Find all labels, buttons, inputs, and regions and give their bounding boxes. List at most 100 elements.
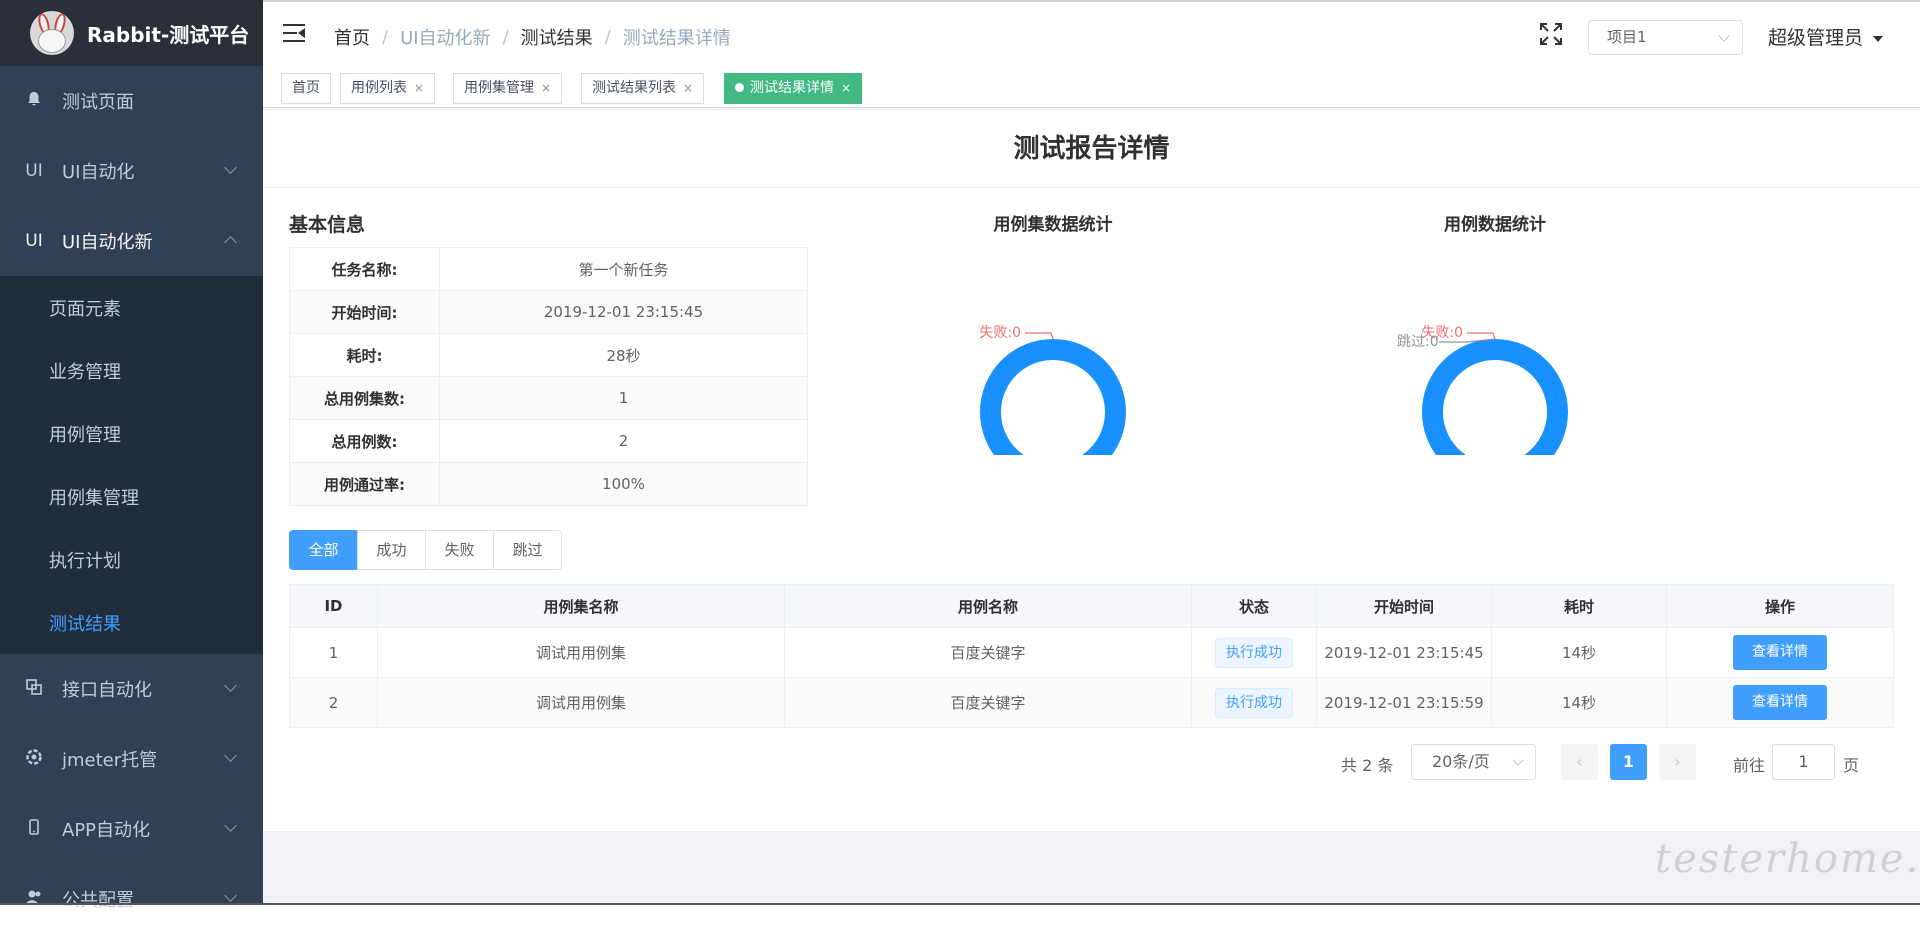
logo[interactable]: Rabbit-测试平台: [0, 0, 263, 66]
breadcrumb-separator: /: [382, 27, 388, 48]
breadcrumb-home[interactable]: 首页: [334, 24, 370, 50]
chevron-down-icon: [224, 161, 237, 174]
page-size-select[interactable]: 20条/页: [1411, 744, 1536, 780]
sidebar-subitem-cases[interactable]: 用例管理: [0, 402, 263, 465]
column-header: 开始时间: [1317, 585, 1492, 628]
table-cell-start: 2019-12-01 23:15:45: [1317, 628, 1492, 678]
tag-label: 用例集管理: [464, 80, 534, 96]
tag-result-list[interactable]: 测试结果列表×: [581, 73, 704, 104]
sidebar-menu: 测试页面 UI UI自动化 UI UI自动化新 页面元素 业务管理 用例管理 用…: [0, 66, 263, 934]
close-icon[interactable]: ×: [841, 81, 851, 95]
info-key: 任务名称:: [290, 248, 440, 291]
slice-label: 跳过:0: [1397, 334, 1439, 350]
filter-fail-button[interactable]: 失败: [425, 530, 494, 570]
column-header: 用例名称: [785, 585, 1192, 628]
rabbit-logo-icon: [30, 11, 74, 55]
breadcrumb-test-results[interactable]: 测试结果: [521, 24, 593, 50]
ui-icon: UI: [24, 161, 44, 181]
column-header: 用例集名称: [378, 585, 785, 628]
next-page-button[interactable]: ›: [1659, 744, 1696, 780]
tag-label: 首页: [292, 80, 320, 96]
sidebar-item-ui-auto-new[interactable]: UI UI自动化新: [0, 206, 263, 276]
page-number-button[interactable]: 1: [1610, 744, 1647, 780]
close-icon[interactable]: ×: [414, 81, 424, 95]
table-cell-start: 2019-12-01 23:15:59: [1317, 678, 1492, 728]
breadcrumb-separator: /: [503, 27, 509, 48]
sidebar-subitem-plans[interactable]: 执行计划: [0, 528, 263, 591]
breadcrumb: 首页 / UI自动化新 / 测试结果 / 测试结果详情: [334, 24, 731, 50]
basic-info-table: 任务名称:第一个新任务开始时间:2019-12-01 23:15:45耗时:28…: [289, 247, 808, 506]
prev-page-button[interactable]: ‹: [1561, 744, 1598, 780]
close-icon[interactable]: ×: [541, 81, 551, 95]
breadcrumb-ui-auto-new[interactable]: UI自动化新: [400, 24, 490, 50]
filter-skip-button[interactable]: 跳过: [493, 530, 562, 570]
sidebar-subitem-results[interactable]: 测试结果: [0, 591, 263, 654]
info-row: 耗时:28秒: [290, 334, 808, 377]
label-leader-line: [1025, 333, 1053, 339]
hamburger-icon[interactable]: [283, 24, 305, 42]
donut-slice-成功[interactable]: [991, 350, 1116, 456]
filter-all-button[interactable]: 全部: [289, 530, 358, 570]
sidebar-item-jmeter[interactable]: jmeter托管: [0, 724, 263, 794]
info-row: 任务名称:第一个新任务: [290, 248, 808, 291]
jump-page-input[interactable]: 1: [1772, 744, 1835, 780]
sidebar-subitem-page-elements[interactable]: 页面元素: [0, 276, 263, 339]
fullscreen-icon[interactable]: [1539, 22, 1563, 46]
table-row: 1调试用用例集百度关键字执行成功2019-12-01 23:15:4514秒查看…: [290, 628, 1894, 678]
sidebar-subitem-suites[interactable]: 用例集管理: [0, 465, 263, 528]
sidebar-item-ui-auto[interactable]: UI UI自动化: [0, 136, 263, 206]
user-menu[interactable]: 超级管理员: [1768, 23, 1883, 50]
table-cell-duration: 14秒: [1492, 628, 1667, 678]
tag-case-list[interactable]: 用例列表×: [340, 73, 435, 104]
info-value: 2: [440, 420, 808, 463]
info-value: 第一个新任务: [440, 248, 808, 291]
page-size-value: 20条/页: [1432, 752, 1490, 771]
sidebar-item-common-config[interactable]: 公共配置: [0, 864, 263, 934]
sidebar-item-label: APP自动化: [62, 816, 150, 842]
info-value: 100%: [440, 463, 808, 506]
sidebar-item-api-auto[interactable]: 接口自动化: [0, 654, 263, 724]
api-icon: [24, 679, 44, 700]
view-detail-button[interactable]: 查看详情: [1733, 685, 1827, 720]
column-header: 操作: [1667, 585, 1894, 628]
info-key: 用例通过率:: [290, 463, 440, 506]
info-row: 总用例数:2: [290, 420, 808, 463]
info-key: 总用例集数:: [290, 377, 440, 420]
sidebar-item-test-page[interactable]: 测试页面: [0, 66, 263, 136]
slice-label: 失败:0: [979, 325, 1021, 341]
sidebar-item-app-auto[interactable]: APP自动化: [0, 794, 263, 864]
tag-home[interactable]: 首页: [281, 73, 331, 104]
watermark: testerhome.com: [1655, 836, 1920, 882]
table-cell-id: 2: [290, 678, 378, 728]
filter-success-button[interactable]: 成功: [357, 530, 426, 570]
info-key: 开始时间:: [290, 291, 440, 334]
page-label: 页: [1843, 752, 1859, 776]
user-name: 超级管理员: [1768, 27, 1863, 49]
breadcrumb-current: 测试结果详情: [623, 24, 731, 50]
table-cell-id: 1: [290, 628, 378, 678]
view-detail-button[interactable]: 查看详情: [1733, 635, 1827, 670]
results-table: ID 用例集名称 用例名称 状态 开始时间 耗时 操作 1调试用用例集百度关键字…: [289, 584, 1894, 728]
tag-result-detail[interactable]: 测试结果详情 ×: [724, 73, 862, 104]
info-key: 耗时:: [290, 334, 440, 377]
table-cell-case: 百度关键字: [785, 678, 1192, 728]
sidebar-item-label: UI自动化新: [62, 228, 152, 254]
donut-chart-case: 成功:2失败:0跳过:0: [1395, 255, 1595, 455]
sidebar-subitem-business[interactable]: 业务管理: [0, 339, 263, 402]
pagination: 共 2 条 20条/页 ‹ 1 › 前往 1 页: [263, 744, 1920, 780]
tag-label: 测试结果详情: [750, 80, 834, 96]
label-leader-line: [1467, 333, 1495, 339]
chevron-down-icon: [224, 819, 237, 832]
gear-icon: [24, 749, 44, 770]
donut-slice-成功[interactable]: [1433, 350, 1558, 456]
close-icon[interactable]: ×: [683, 81, 693, 95]
info-key: 总用例数:: [290, 420, 440, 463]
column-header: 耗时: [1492, 585, 1667, 628]
project-select[interactable]: 项目1: [1588, 20, 1743, 55]
tags-view: 首页 用例列表× 用例集管理 × 测试结果列表× 测试结果详情 ×: [263, 68, 1920, 108]
ui-icon: UI: [24, 231, 44, 251]
info-row: 总用例集数:1: [290, 377, 808, 420]
tag-suite-management[interactable]: 用例集管理 ×: [453, 73, 562, 104]
sidebar: Rabbit-测试平台 测试页面 UI UI自动化 UI UI自动化新 页面元素…: [0, 0, 263, 905]
info-value: 1: [440, 377, 808, 420]
